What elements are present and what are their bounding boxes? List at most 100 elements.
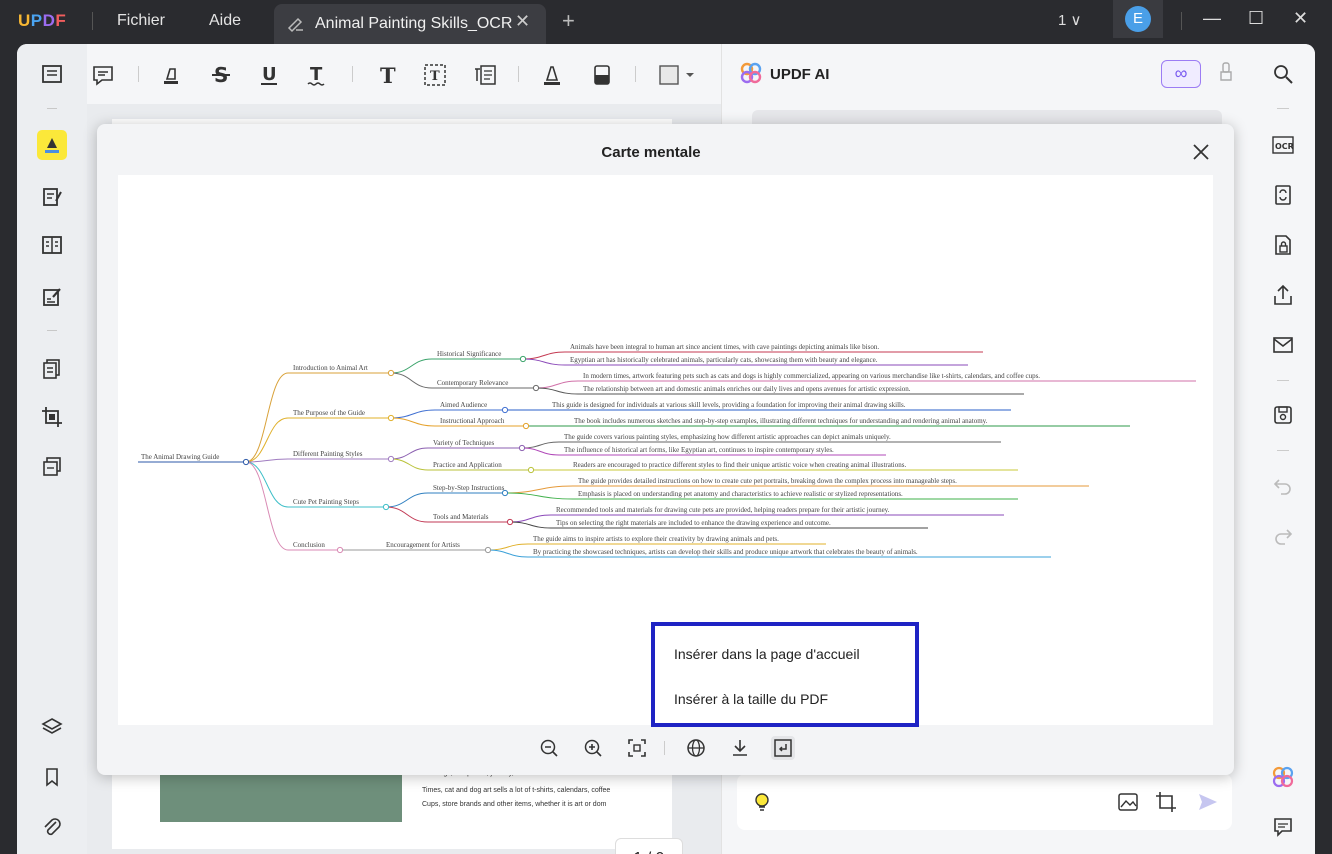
right-toolbar: OCR: [1257, 44, 1315, 854]
insert-icon[interactable]: [771, 736, 795, 760]
avatar: E: [1125, 6, 1151, 32]
insert-home-page-option[interactable]: Insérer dans la page d'accueil: [674, 646, 860, 662]
redo-icon[interactable]: [1270, 524, 1296, 550]
attachment-icon[interactable]: [37, 812, 67, 842]
leaf-topic: This guide is designed for individuals a…: [552, 401, 906, 409]
mind-map-link: [245, 461, 289, 551]
leaf-topic: Recommended tools and materials for draw…: [556, 506, 890, 514]
insert-menu: Insérer dans la page d'accueil Insérer à…: [651, 622, 919, 727]
text-icon[interactable]: T: [374, 62, 400, 88]
divider: [1277, 380, 1289, 381]
mind-map-link: [390, 409, 436, 419]
annotation-toolbar: S U T T T: [87, 44, 721, 104]
underline-icon[interactable]: U: [256, 62, 282, 88]
page-counter[interactable]: 1 / 9: [615, 838, 683, 854]
mind-map-node: [522, 422, 530, 430]
infinity-mode-button[interactable]: ∞: [1161, 60, 1201, 88]
fill-sign-icon[interactable]: [37, 282, 67, 312]
mind-map-link: [390, 458, 429, 471]
insert-pdf-size-option[interactable]: Insérer à la taille du PDF: [674, 691, 828, 707]
updf-ai-icon[interactable]: [1270, 764, 1296, 790]
account-button[interactable]: E: [1113, 0, 1163, 38]
leaf-topic: Emphasis is placed on understanding pet …: [578, 490, 903, 498]
leaf-topic: By practicing the showcased techniques, …: [533, 548, 918, 556]
divider: [518, 66, 519, 82]
highlight-icon[interactable]: [37, 130, 67, 160]
mind-map-node: [387, 414, 395, 422]
zoom-out-icon[interactable]: [537, 736, 561, 760]
reader-icon[interactable]: [37, 59, 67, 89]
mind-map-node: [501, 489, 509, 497]
strikethrough-icon[interactable]: S: [208, 62, 234, 88]
menu-file[interactable]: Fichier: [117, 12, 165, 30]
pencil-icon[interactable]: [539, 62, 565, 88]
text-box-icon[interactable]: T: [422, 62, 448, 88]
add-tab-button[interactable]: +: [562, 8, 575, 34]
page-text-line: Times, cat and dog art sells a lot of t-…: [422, 787, 611, 794]
search-icon[interactable]: [1270, 61, 1296, 87]
document-tab[interactable]: Animal Painting Skills_OCR ✕: [274, 4, 546, 44]
screenshot-icon[interactable]: [1155, 791, 1177, 813]
mind-map-node: [242, 458, 250, 466]
mind-map-node: [518, 444, 526, 452]
divider: [352, 66, 353, 82]
edit-icon[interactable]: [37, 182, 67, 212]
branch-topic: Different Painting Styles: [293, 450, 363, 458]
divider: [664, 741, 665, 755]
close-window-button[interactable]: ✕: [1293, 8, 1308, 29]
updf-logo: UPDF: [18, 11, 67, 30]
text-callout-icon[interactable]: [472, 62, 498, 88]
eraser-icon[interactable]: [589, 62, 615, 88]
comment-icon[interactable]: [90, 62, 116, 88]
mind-map-link: [390, 447, 429, 460]
mind-map-link: [535, 387, 579, 395]
document-tab-title: Animal Painting Skills_OCR: [315, 15, 513, 32]
globe-icon[interactable]: [684, 736, 708, 760]
page-tools-icon[interactable]: [37, 354, 67, 384]
prompt-ideas-icon[interactable]: [751, 790, 773, 814]
email-icon[interactable]: [1270, 332, 1296, 358]
highlighter-icon[interactable]: [158, 62, 184, 88]
clear-chat-icon[interactable]: [1219, 62, 1233, 87]
layers-icon[interactable]: [37, 712, 67, 742]
mind-map-link: [385, 492, 429, 508]
leaf-topic: Readers are encouraged to practice diffe…: [573, 461, 906, 469]
maximize-button[interactable]: ☐: [1248, 8, 1264, 29]
protect-icon[interactable]: [1270, 232, 1296, 258]
convert-icon[interactable]: [1270, 182, 1296, 208]
divider: [47, 330, 57, 331]
menu-help[interactable]: Aide: [209, 12, 241, 30]
fit-to-screen-icon[interactable]: [625, 736, 649, 760]
divider: [1277, 108, 1289, 109]
left-toolbar: [17, 44, 87, 854]
image-upload-icon[interactable]: [1117, 792, 1139, 812]
mind-map-link: [245, 461, 289, 508]
squiggly-icon[interactable]: T: [304, 62, 330, 88]
download-icon[interactable]: [728, 736, 752, 760]
organize-icon[interactable]: [37, 230, 67, 260]
bookmark-icon[interactable]: [37, 762, 67, 792]
mind-map-node: [387, 369, 395, 377]
root-topic: The Animal Drawing Guide: [141, 453, 219, 461]
subtopic: Step-by-Step Instructions: [433, 484, 505, 492]
shape-dropdown[interactable]: [657, 62, 697, 88]
comments-panel-icon[interactable]: [1270, 814, 1296, 840]
close-icon[interactable]: [1190, 141, 1212, 163]
compare-icon[interactable]: [37, 452, 67, 482]
share-icon[interactable]: [1270, 282, 1296, 308]
save-icon[interactable]: [1270, 402, 1296, 428]
leaf-topic: Tips on selecting the right materials ar…: [556, 519, 831, 527]
mind-map-link: [245, 417, 289, 463]
send-icon[interactable]: [1197, 792, 1219, 812]
window-count-dropdown[interactable]: 1 ∨: [1058, 11, 1082, 29]
undo-icon[interactable]: [1270, 474, 1296, 500]
ocr-icon[interactable]: OCR: [1270, 132, 1296, 158]
mind-map-node: [506, 518, 514, 526]
zoom-in-icon[interactable]: [581, 736, 605, 760]
divider: [47, 108, 57, 109]
close-tab-icon[interactable]: ✕: [515, 11, 530, 32]
crop-icon[interactable]: [37, 402, 67, 432]
ai-chat-input[interactable]: [737, 774, 1232, 830]
subtopic: Contemporary Relevance: [437, 379, 508, 387]
minimize-button[interactable]: —: [1203, 8, 1221, 29]
